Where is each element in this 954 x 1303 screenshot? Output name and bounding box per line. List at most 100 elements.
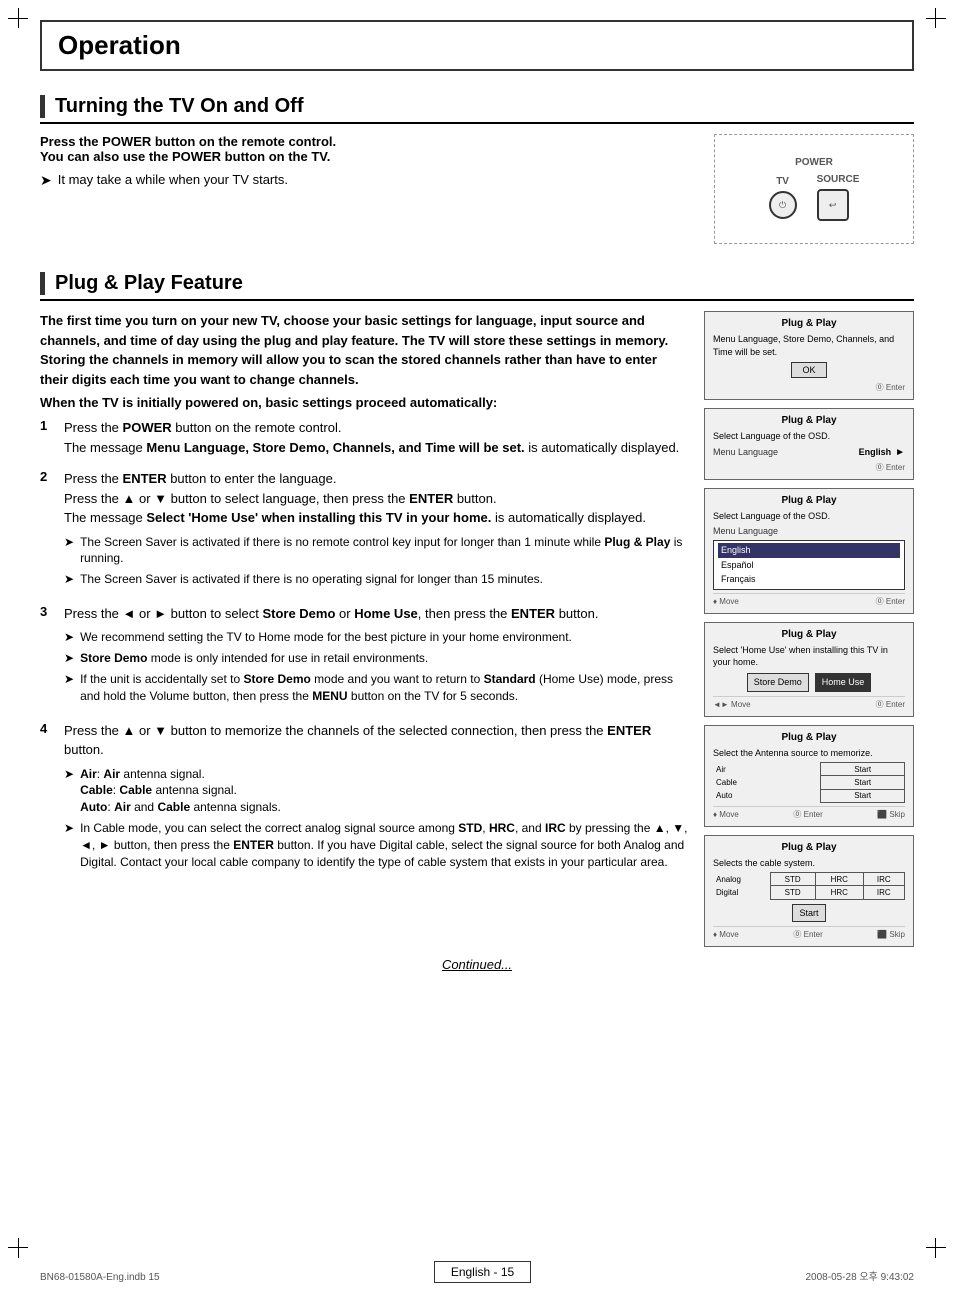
crop-mark-tr-v bbox=[935, 8, 936, 28]
source-btn: ↩ bbox=[817, 189, 849, 221]
note-arrow-7: ➤ bbox=[64, 820, 74, 870]
analog-std[interactable]: STD bbox=[770, 873, 815, 886]
screen-2-body: Select Language of the OSD. Menu Languag… bbox=[713, 430, 905, 460]
antenna-row-cable: Cable Start bbox=[713, 776, 905, 789]
analog-irc[interactable]: IRC bbox=[863, 873, 904, 886]
step-1-number: 1 bbox=[40, 418, 56, 433]
move-label-3: ♦ Move bbox=[713, 597, 739, 606]
tv-btn-label: TV bbox=[769, 176, 797, 187]
page-wrapper: Operation Turning the TV On and Off Pres… bbox=[0, 0, 954, 1060]
screen-3-footer: ♦ Move ⓪ Enter bbox=[713, 593, 905, 607]
start-button[interactable]: Start bbox=[792, 904, 825, 923]
screen-1-ok: OK bbox=[713, 362, 905, 378]
step-3-note-2: ➤ Store Demo mode is only intended for u… bbox=[64, 650, 688, 667]
dropdown-espanol[interactable]: Español bbox=[718, 558, 900, 573]
screen-2: Plug & Play Select Language of the OSD. … bbox=[704, 408, 914, 480]
auto-start[interactable]: Start bbox=[821, 789, 905, 802]
tv-circle-btn: ⏻ bbox=[769, 191, 797, 219]
screen-4-title: Plug & Play bbox=[713, 629, 905, 640]
crop-mark-tl-v bbox=[18, 8, 19, 28]
enter-label-4: ⓪ Enter bbox=[876, 699, 905, 710]
skip-label-5: ⬛ Skip bbox=[877, 810, 905, 819]
cable-start[interactable]: Start bbox=[821, 776, 905, 789]
language-dropdown[interactable]: English Español Français bbox=[713, 540, 905, 590]
crop-mark-br-v bbox=[935, 1238, 936, 1258]
note-arrow-4: ➤ bbox=[64, 650, 74, 667]
tv-button-area: TV ⏻ SOURCE ↩ bbox=[769, 174, 860, 221]
screen-4-body: Select 'Home Use' when installing this T… bbox=[713, 644, 905, 692]
home-use-btn[interactable]: Home Use bbox=[815, 673, 872, 692]
step-3-note-1: ➤ We recommend setting the TV to Home mo… bbox=[64, 629, 688, 646]
crop-mark-br-h bbox=[926, 1247, 946, 1248]
section2-header: Plug & Play Feature bbox=[40, 272, 914, 301]
screen-3-title: Plug & Play bbox=[713, 495, 905, 506]
tv-btn-group: TV ⏻ bbox=[769, 176, 797, 219]
move-label-5: ♦ Move bbox=[713, 810, 739, 819]
step-1-content: Press the POWER button on the remote con… bbox=[64, 418, 688, 457]
tv-image-inner: POWER TV ⏻ SOURCE ↩ bbox=[769, 157, 860, 221]
section1-header: Turning the TV On and Off bbox=[40, 95, 914, 124]
screen-4: Plug & Play Select 'Home Use' when insta… bbox=[704, 622, 914, 717]
section1-title: Turning the TV On and Off bbox=[55, 95, 304, 118]
step-3-number: 3 bbox=[40, 604, 56, 619]
step-4-content: Press the ▲ or ▼ button to memorize the … bbox=[64, 721, 688, 875]
note-arrow-3: ➤ bbox=[64, 629, 74, 646]
screen-3-body: Select Language of the OSD. Menu Languag… bbox=[713, 510, 905, 590]
section1-bar bbox=[40, 95, 45, 118]
enter-label-3: ⓪ Enter bbox=[876, 596, 905, 607]
store-demo-btn[interactable]: Store Demo bbox=[747, 673, 809, 692]
tv-image-box: POWER TV ⏻ SOURCE ↩ bbox=[714, 134, 914, 244]
digital-std[interactable]: STD bbox=[770, 886, 815, 899]
crop-mark-tr-h bbox=[926, 18, 946, 19]
arrow-icon: ➤ bbox=[40, 172, 52, 189]
operation-header: Operation bbox=[40, 20, 914, 71]
analog-hrc[interactable]: HRC bbox=[815, 873, 863, 886]
screen-6-body: Selects the cable system. Analog STD HRC… bbox=[713, 857, 905, 923]
step-3-content: Press the ◄ or ► button to select Store … bbox=[64, 604, 688, 709]
step-2-notes: ➤ The Screen Saver is activated if there… bbox=[64, 534, 688, 588]
section2-bar bbox=[40, 272, 45, 295]
turning-note: ➤ It may take a while when your TV start… bbox=[40, 172, 694, 189]
digital-irc[interactable]: IRC bbox=[863, 886, 904, 899]
step-2: 2 Press the ENTER button to enter the la… bbox=[40, 469, 688, 592]
enter-label-5: ⓪ Enter bbox=[793, 809, 822, 820]
cable-label: Cable bbox=[713, 776, 800, 789]
step-2-content: Press the ENTER button to enter the lang… bbox=[64, 469, 688, 592]
antenna-row-auto: Auto Start bbox=[713, 789, 905, 802]
digital-hrc[interactable]: HRC bbox=[815, 886, 863, 899]
step-4-number: 4 bbox=[40, 721, 56, 736]
air-start[interactable]: Start bbox=[821, 763, 905, 776]
dropdown-francais[interactable]: Français bbox=[718, 572, 900, 587]
intro-text: The first time you turn on your new TV, … bbox=[40, 311, 688, 389]
dropdown-english[interactable]: English bbox=[718, 543, 900, 558]
analog-label: Analog bbox=[713, 873, 770, 886]
plug-text: The first time you turn on your new TV, … bbox=[40, 311, 688, 947]
screen-5-title: Plug & Play bbox=[713, 732, 905, 743]
lang-box: English - 15 bbox=[434, 1261, 531, 1283]
section-turning: Turning the TV On and Off Press the POWE… bbox=[40, 95, 914, 244]
screen-4-footer: ◄► Move ⓪ Enter bbox=[713, 696, 905, 710]
power-label: POWER bbox=[769, 157, 860, 168]
section-plug: Plug & Play Feature The first time you t… bbox=[40, 272, 914, 972]
cable-row-digital: Digital STD HRC IRC bbox=[713, 886, 905, 899]
auto-label: Auto bbox=[713, 789, 800, 802]
step-4-notes: ➤ Air: Air antenna signal. Cable: Cable … bbox=[64, 766, 688, 871]
antenna-table: Air Start Cable Start Auto bbox=[713, 762, 905, 803]
cable-start-row: Start bbox=[713, 904, 905, 923]
antenna-row-air: Air Start bbox=[713, 763, 905, 776]
screen-3: Plug & Play Select Language of the OSD. … bbox=[704, 488, 914, 614]
enter-label-6: ⓪ Enter bbox=[793, 929, 822, 940]
step-2-number: 2 bbox=[40, 469, 56, 484]
screen-1: Plug & Play Menu Language, Store Demo, C… bbox=[704, 311, 914, 400]
skip-label-6: ⬛ Skip bbox=[877, 930, 905, 939]
digital-label: Digital bbox=[713, 886, 770, 899]
section2-title: Plug & Play Feature bbox=[55, 272, 243, 295]
ok-button[interactable]: OK bbox=[791, 362, 826, 378]
step-3-notes: ➤ We recommend setting the TV to Home mo… bbox=[64, 629, 688, 704]
screen-1-body: Menu Language, Store Demo, Channels, and… bbox=[713, 333, 905, 358]
step-4-note-1: ➤ Air: Air antenna signal. Cable: Cable … bbox=[64, 766, 688, 816]
note-arrow-6: ➤ bbox=[64, 766, 74, 816]
step-3: 3 Press the ◄ or ► button to select Stor… bbox=[40, 604, 688, 709]
screen-3-row: Menu Language bbox=[713, 525, 905, 538]
continued-text: Continued... bbox=[40, 957, 914, 972]
